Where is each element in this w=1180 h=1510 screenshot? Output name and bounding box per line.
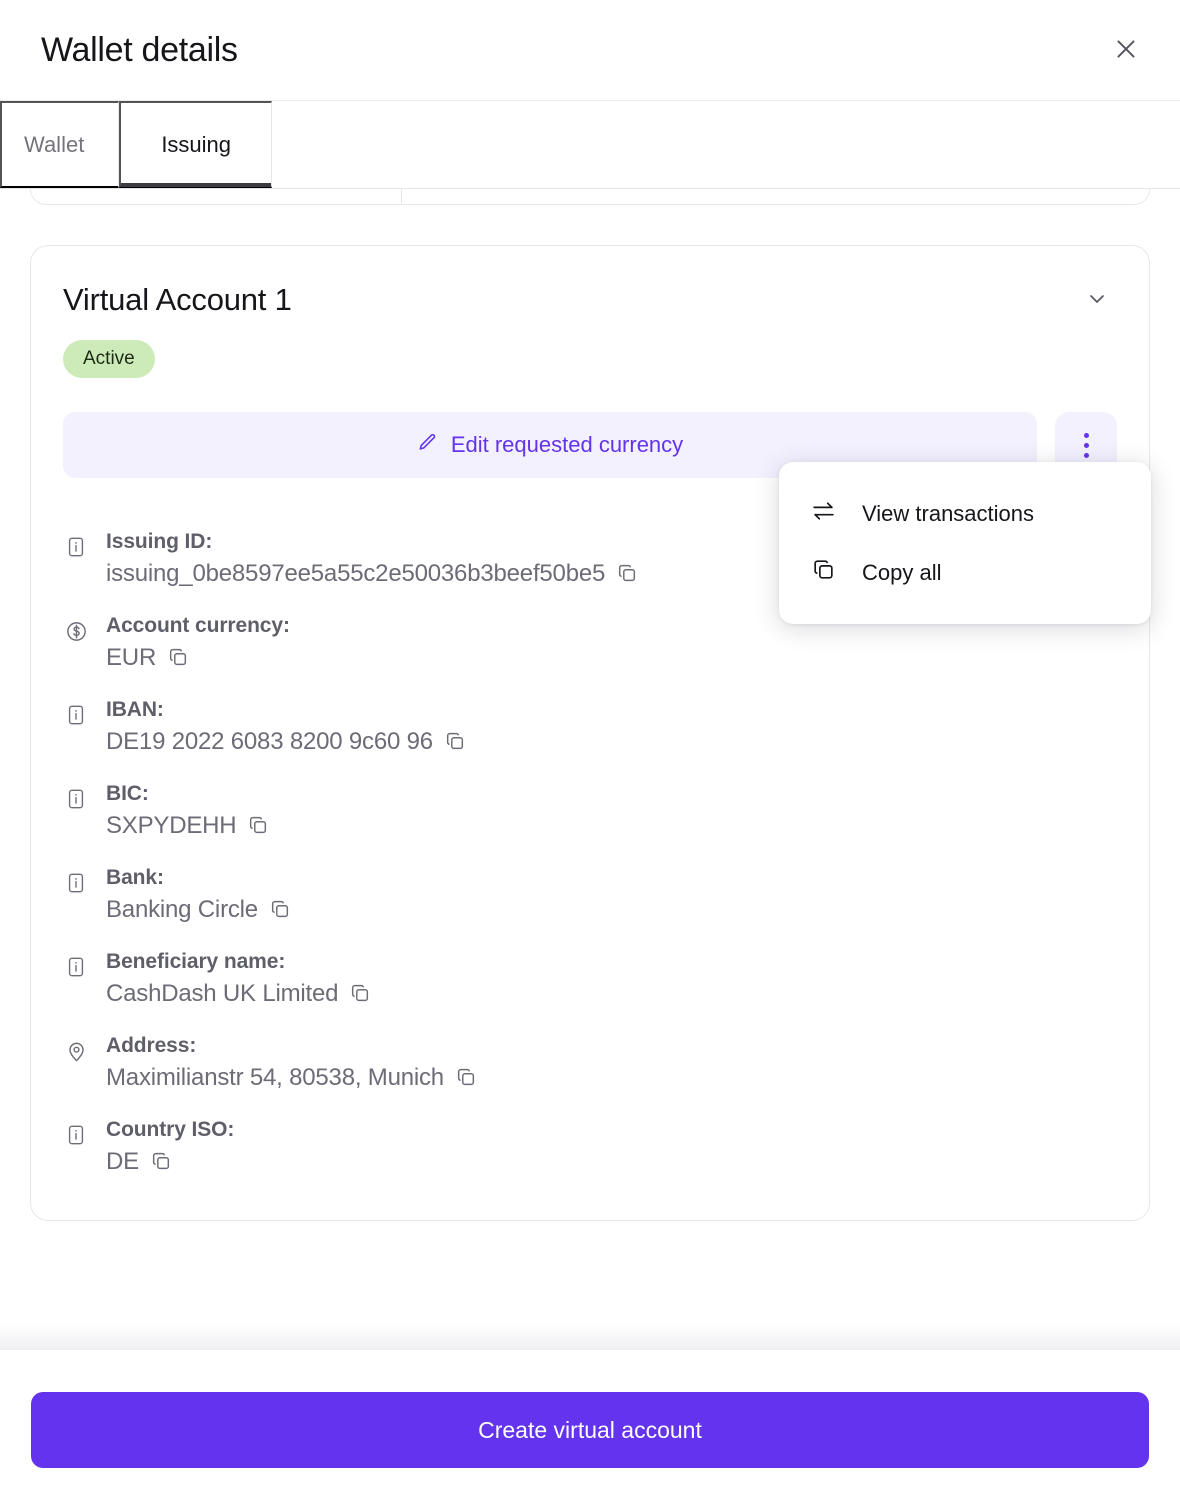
edit-button-label: Edit requested currency xyxy=(451,432,683,458)
kebab-dot-3 xyxy=(1084,453,1089,458)
detail-value: Maximilianstr 54, 80538, Munich xyxy=(106,1064,444,1092)
info-icon xyxy=(63,788,89,810)
detail-body: Issuing ID: issuing_0be8597ee5a55c2e5003… xyxy=(106,530,638,588)
detail-value-row: EUR xyxy=(106,644,290,672)
detail-label: Address: xyxy=(106,1034,477,1058)
copy-button[interactable] xyxy=(269,898,291,920)
detail-value: Banking Circle xyxy=(106,896,258,924)
info-icon xyxy=(63,704,89,726)
kebab-dot-1 xyxy=(1084,433,1089,438)
copy-icon xyxy=(811,557,836,588)
detail-value-row: CashDash UK Limited xyxy=(106,980,371,1008)
detail-label: Account currency: xyxy=(106,614,290,638)
copy-button[interactable] xyxy=(349,982,371,1004)
detail-label: Beneficiary name: xyxy=(106,950,371,974)
kebab-dot-2 xyxy=(1084,443,1089,448)
currency-icon xyxy=(63,620,89,643)
detail-label: Bank: xyxy=(106,866,291,890)
info-icon xyxy=(63,956,89,978)
page-title: Wallet details xyxy=(41,33,238,67)
detail-value: EUR xyxy=(106,644,156,672)
info-icon xyxy=(63,872,89,894)
close-icon xyxy=(1113,36,1139,65)
detail-value-row: DE19 2022 6083 8200 9c60 96 xyxy=(106,728,466,756)
transfer-icon xyxy=(811,498,836,529)
panel-header: Wallet details xyxy=(0,0,1180,101)
pencil-icon xyxy=(417,432,438,459)
detail-value: issuing_0be8597ee5a55c2e50036b3beef50be5 xyxy=(106,560,605,588)
more-options-menu: View transactions Copy all xyxy=(779,462,1151,624)
info-icon xyxy=(63,536,89,558)
copy-button[interactable] xyxy=(444,730,466,752)
card-header: Virtual Account 1 xyxy=(63,282,1117,318)
create-virtual-account-button[interactable]: Create virtual account xyxy=(31,1392,1149,1468)
detail-value-row: Banking Circle xyxy=(106,896,291,924)
detail-value: SXPYDEHH xyxy=(106,812,236,840)
account-title: Virtual Account 1 xyxy=(63,282,292,318)
copy-button[interactable] xyxy=(616,562,638,584)
detail-label: Issuing ID: xyxy=(106,530,638,554)
status-badge: Active xyxy=(63,340,155,378)
copy-button[interactable] xyxy=(167,646,189,668)
chevron-down-icon xyxy=(1085,286,1109,313)
card-column-divider xyxy=(401,189,402,204)
menu-item-copy-all[interactable]: Copy all xyxy=(779,543,1151,602)
detail-row-bic: BIC: SXPYDEHH xyxy=(63,782,1117,840)
panel-footer: Create virtual account xyxy=(0,1349,1180,1510)
menu-item-label: View transactions xyxy=(862,501,1034,527)
detail-value-row: DE xyxy=(106,1148,234,1176)
detail-row-address: Address: Maximilianstr 54, 80538, Munich xyxy=(63,1034,1117,1092)
collapse-toggle-button[interactable] xyxy=(1077,282,1117,317)
detail-body: BIC: SXPYDEHH xyxy=(106,782,269,840)
menu-item-label: Copy all xyxy=(862,560,941,586)
detail-body: Address: Maximilianstr 54, 80538, Munich xyxy=(106,1034,477,1092)
detail-row-iban: IBAN: DE19 2022 6083 8200 9c60 96 xyxy=(63,698,1117,756)
detail-body: Account currency: EUR xyxy=(106,614,290,672)
tab-wallet[interactable]: Wallet xyxy=(0,101,119,188)
wallet-details-panel: Wallet details Wallet Issuing Virtual Ac… xyxy=(0,0,1180,1510)
detail-row-beneficiary-name: Beneficiary name: CashDash UK Limited xyxy=(63,950,1117,1008)
detail-label: Country ISO: xyxy=(106,1118,234,1142)
detail-value-row: issuing_0be8597ee5a55c2e50036b3beef50be5 xyxy=(106,560,638,588)
detail-body: Beneficiary name: CashDash UK Limited xyxy=(106,950,371,1008)
copy-button[interactable] xyxy=(455,1066,477,1088)
detail-body: IBAN: DE19 2022 6083 8200 9c60 96 xyxy=(106,698,466,756)
account-details-list: Issuing ID: issuing_0be8597ee5a55c2e5003… xyxy=(63,530,1117,1176)
detail-value-row: Maximilianstr 54, 80538, Munich xyxy=(106,1064,477,1092)
virtual-account-card: Virtual Account 1 Active xyxy=(30,245,1150,1221)
detail-value: DE19 2022 6083 8200 9c60 96 xyxy=(106,728,433,756)
detail-row-bank: Bank: Banking Circle xyxy=(63,866,1117,924)
previous-card-partial xyxy=(30,189,1150,205)
copy-button[interactable] xyxy=(150,1150,172,1172)
detail-body: Bank: Banking Circle xyxy=(106,866,291,924)
close-button[interactable] xyxy=(1104,28,1148,72)
copy-button[interactable] xyxy=(247,814,269,836)
detail-value-row: SXPYDEHH xyxy=(106,812,269,840)
detail-value: DE xyxy=(106,1148,139,1176)
detail-body: Country ISO: DE xyxy=(106,1118,234,1176)
info-icon xyxy=(63,1124,89,1146)
location-icon xyxy=(63,1040,89,1063)
tab-issuing[interactable]: Issuing xyxy=(119,101,272,188)
panel-body: Virtual Account 1 Active xyxy=(0,189,1180,1449)
tab-bar: Wallet Issuing xyxy=(0,101,1180,189)
detail-label: IBAN: xyxy=(106,698,466,722)
detail-row-country-iso: Country ISO: DE xyxy=(63,1118,1117,1176)
menu-item-view-transactions[interactable]: View transactions xyxy=(779,484,1151,543)
detail-value: CashDash UK Limited xyxy=(106,980,338,1008)
detail-label: BIC: xyxy=(106,782,269,806)
